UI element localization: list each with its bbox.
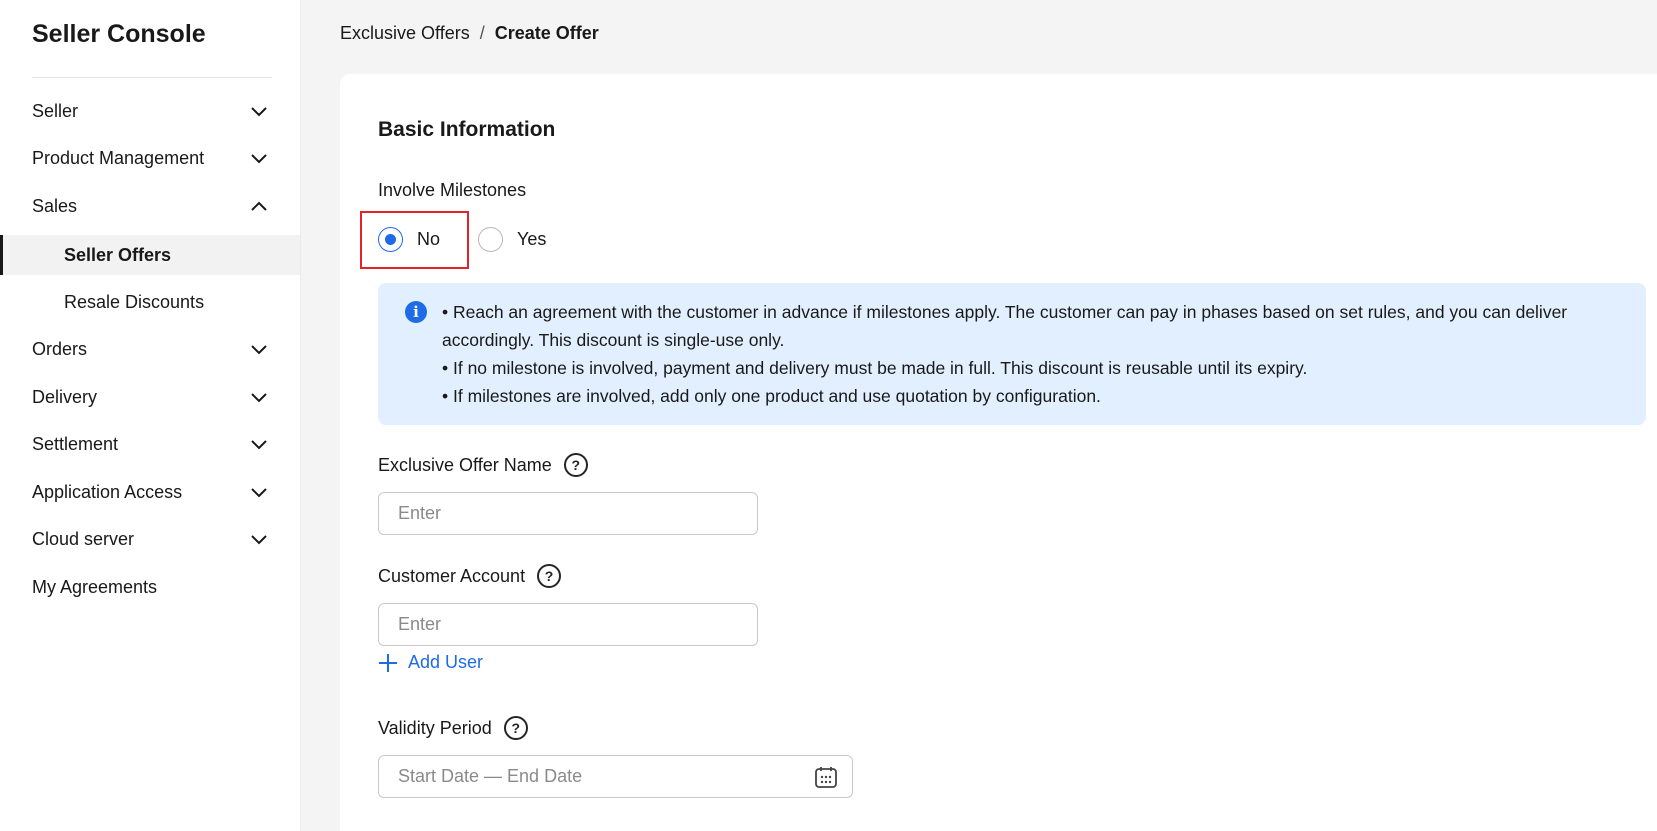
sidebar-item-label: Orders — [32, 338, 88, 359]
sidebar-item-delivery[interactable]: Delivery — [0, 377, 300, 417]
milestones-label-text: Involve Milestones — [378, 180, 527, 200]
radio-label-yes: Yes — [517, 229, 547, 249]
radio-label-no: No — [417, 229, 441, 249]
info-text: • Reach an agreement with the customer i… — [442, 298, 1632, 410]
add-user-button[interactable]: Add User — [378, 652, 483, 673]
milestones-radio-yes[interactable]: Yes — [478, 227, 546, 252]
breadcrumb-separator: / — [479, 23, 485, 43]
customer-account-label-text: Customer Account — [378, 565, 526, 586]
sidebar-item-seller[interactable]: Seller — [0, 91, 300, 131]
breadcrumb-current: Create Offer — [494, 23, 599, 43]
sidebar-item-label: Seller Offers — [64, 244, 172, 265]
sidebar-item-seller-offers[interactable]: Seller Offers — [0, 235, 300, 275]
radio-unchecked-icon[interactable] — [478, 227, 503, 252]
section-title: Basic Information — [378, 118, 556, 141]
sidebar-item-label: Seller — [32, 100, 79, 121]
chevron-down-icon — [251, 107, 267, 117]
date-range-placeholder: Start Date — End Date — [398, 766, 583, 786]
radio-checked-icon[interactable] — [378, 227, 403, 252]
main-content: Exclusive Offers / Create Offer Basic In… — [301, 0, 1657, 831]
offer-name-label: Exclusive Offer Name ? — [378, 453, 588, 477]
sidebar-item-label: Product Management — [32, 147, 205, 168]
info-line-3: • If milestones are involved, add only o… — [442, 386, 1101, 406]
sidebar-item-my-agreements[interactable]: My Agreements — [0, 567, 300, 607]
milestones-label: Involve Milestones — [378, 180, 526, 201]
info-notice: i • Reach an agreement with the customer… — [378, 283, 1646, 425]
sidebar-item-sales[interactable]: Sales — [0, 186, 300, 226]
validity-period-label-text: Validity Period — [378, 717, 492, 738]
chevron-down-icon — [251, 488, 267, 498]
customer-account-label: Customer Account ? — [378, 564, 562, 588]
chevron-down-icon — [251, 393, 267, 403]
chevron-down-icon — [251, 345, 267, 355]
customer-account-input[interactable] — [378, 603, 758, 646]
chevron-up-icon — [251, 201, 267, 211]
sidebar: Seller Console Seller Product Management… — [0, 0, 301, 831]
sidebar-item-resale-discounts[interactable]: Resale Discounts — [0, 282, 300, 322]
calendar-icon[interactable] — [814, 765, 838, 789]
sidebar-title: Seller Console — [32, 20, 206, 48]
breadcrumb-parent-link[interactable]: Exclusive Offers — [340, 23, 470, 44]
help-icon[interactable]: ? — [563, 453, 588, 477]
info-line-2: • If no milestone is involved, payment a… — [442, 358, 1308, 378]
breadcrumb: Exclusive Offers / Create Offer — [340, 23, 599, 44]
offer-name-label-text: Exclusive Offer Name — [378, 454, 552, 475]
sidebar-item-label: Resale Discounts — [64, 291, 205, 312]
sidebar-divider — [32, 77, 272, 78]
sidebar-item-label: Cloud server — [32, 528, 135, 549]
validity-period-picker[interactable]: Start Date — End Date — [378, 755, 853, 798]
form-card: Basic Information Involve Milestones No … — [340, 74, 1657, 831]
chevron-down-icon — [251, 535, 267, 545]
sidebar-item-label: Application Access — [32, 481, 183, 502]
sidebar-item-label: Delivery — [32, 386, 98, 407]
info-icon: i — [405, 301, 427, 323]
sidebar-item-label: Sales — [32, 195, 78, 216]
validity-period-label: Validity Period ? — [378, 716, 528, 740]
sidebar-item-orders[interactable]: Orders — [0, 329, 300, 369]
sidebar-item-product-management[interactable]: Product Management — [0, 138, 300, 178]
sidebar-item-settlement[interactable]: Settlement — [0, 424, 300, 464]
plus-icon — [379, 653, 397, 672]
add-user-label: Add User — [408, 652, 484, 672]
help-icon[interactable]: ? — [537, 564, 562, 588]
info-line-1: • Reach an agreement with the customer i… — [442, 302, 1568, 350]
sidebar-item-label: My Agreements — [32, 576, 158, 597]
milestones-radio-no[interactable]: No — [378, 227, 440, 252]
sidebar-item-application-access[interactable]: Application Access — [0, 472, 300, 512]
offer-name-input[interactable] — [378, 492, 758, 535]
help-icon[interactable]: ? — [503, 716, 528, 740]
sidebar-item-cloud-server[interactable]: Cloud server — [0, 519, 300, 559]
sidebar-item-label: Settlement — [32, 433, 119, 454]
chevron-down-icon — [251, 440, 267, 450]
chevron-down-icon — [251, 154, 267, 164]
